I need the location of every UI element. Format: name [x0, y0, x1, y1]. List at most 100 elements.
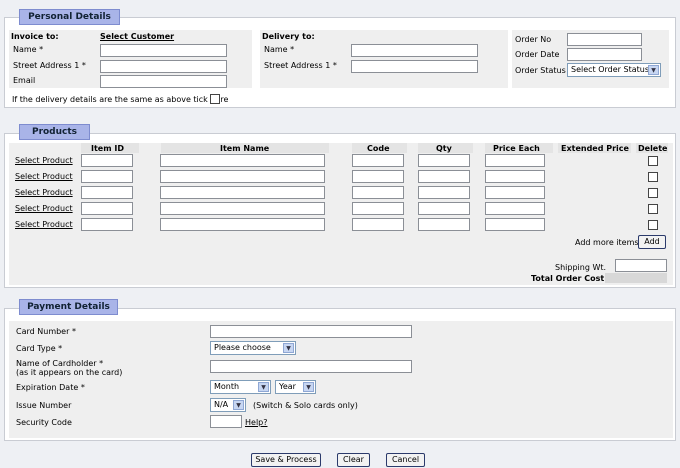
price-each-input[interactable]: [485, 186, 545, 199]
payment-section: [9, 321, 673, 438]
item-name-input[interactable]: [160, 186, 325, 199]
personal-details-legend: Personal Details: [19, 9, 120, 25]
order-date-label: Order Date: [515, 50, 560, 59]
card-number-input[interactable]: [210, 325, 412, 338]
item-id-input[interactable]: [81, 202, 133, 215]
expiration-month-select[interactable]: Month ▼: [210, 380, 271, 394]
issue-number-note: (Switch & Solo cards only): [253, 401, 358, 410]
expiration-year-select[interactable]: Year ▼: [275, 380, 316, 394]
select-product-link[interactable]: Select Product: [15, 220, 73, 229]
same-delivery-label: If the delivery details are the same as …: [12, 95, 229, 104]
help-link[interactable]: Help?: [245, 418, 267, 427]
security-code-label: Security Code: [16, 418, 72, 427]
col-header-extended-price: Extended Price: [561, 144, 629, 153]
col-header-item-name: Item Name: [220, 144, 270, 153]
qty-input[interactable]: [418, 154, 470, 167]
total-order-cost-label: Total Order Cost: [531, 274, 605, 283]
qty-input[interactable]: [418, 218, 470, 231]
payment-details-legend: Payment Details: [19, 299, 118, 315]
total-order-cost-value: [605, 273, 667, 283]
personal-details-panel: Invoice to: Select Customer Name * Stree…: [4, 17, 676, 108]
security-code-input[interactable]: [210, 415, 242, 428]
card-type-value: Please choose: [214, 343, 271, 352]
delete-checkbox[interactable]: [648, 172, 658, 182]
qty-input[interactable]: [418, 186, 470, 199]
item-id-input[interactable]: [81, 218, 133, 231]
products-panel: Item ID Item Name Code Qty Price Each Ex…: [4, 133, 676, 288]
item-name-input[interactable]: [160, 202, 325, 215]
col-header-code: Code: [367, 144, 390, 153]
same-delivery-checkbox[interactable]: [210, 94, 220, 104]
chevron-down-icon: ▼: [303, 382, 314, 392]
item-id-input[interactable]: [81, 186, 133, 199]
delivery-street-input[interactable]: [351, 60, 478, 73]
chevron-down-icon: ▼: [233, 400, 244, 410]
delete-checkbox[interactable]: [648, 188, 658, 198]
order-no-label: Order No: [515, 35, 552, 44]
code-input[interactable]: [352, 154, 404, 167]
code-input[interactable]: [352, 170, 404, 183]
invoice-street-input[interactable]: [100, 60, 227, 73]
issue-number-select[interactable]: N/A ▼: [210, 398, 246, 412]
card-type-select[interactable]: Please choose ▼: [210, 341, 296, 355]
price-each-input[interactable]: [485, 170, 545, 183]
item-id-input[interactable]: [81, 170, 133, 183]
month-value: Month: [214, 382, 240, 391]
clear-button[interactable]: Clear: [337, 453, 370, 467]
cardholder-sublabel: (as it appears on the card): [16, 368, 123, 377]
chevron-down-icon: ▼: [283, 343, 294, 353]
select-product-link[interactable]: Select Product: [15, 156, 73, 165]
cancel-button[interactable]: Cancel: [386, 453, 425, 467]
invoice-street-label: Street Address 1 *: [13, 61, 86, 70]
shipping-wt-input[interactable]: [615, 259, 667, 272]
order-date-input[interactable]: [567, 48, 642, 61]
qty-input[interactable]: [418, 202, 470, 215]
item-id-input[interactable]: [81, 154, 133, 167]
products-legend: Products: [19, 124, 90, 140]
item-name-input[interactable]: [160, 154, 325, 167]
invoice-name-input[interactable]: [100, 44, 227, 57]
add-item-button[interactable]: Add: [638, 235, 666, 249]
col-header-item-id: Item ID: [91, 144, 124, 153]
price-each-input[interactable]: [485, 154, 545, 167]
price-each-input[interactable]: [485, 218, 545, 231]
price-each-input[interactable]: [485, 202, 545, 215]
select-product-link[interactable]: Select Product: [15, 172, 73, 181]
delete-checkbox[interactable]: [648, 204, 658, 214]
card-number-label: Card Number *: [16, 327, 76, 336]
invoice-to-heading: Invoice to:: [11, 32, 59, 41]
payment-details-panel: Card Number * Card Type * Please choose …: [4, 308, 676, 441]
delete-checkbox[interactable]: [648, 220, 658, 230]
shipping-wt-label: Shipping Wt.: [555, 263, 607, 272]
delivery-name-label: Name *: [264, 45, 295, 54]
delete-checkbox[interactable]: [648, 156, 658, 166]
cardholder-input[interactable]: [210, 360, 412, 373]
code-input[interactable]: [352, 218, 404, 231]
year-value: Year: [279, 382, 296, 391]
col-header-delete: Delete: [638, 144, 668, 153]
chevron-down-icon: ▼: [258, 382, 269, 392]
select-product-link[interactable]: Select Product: [15, 204, 73, 213]
delivery-name-input[interactable]: [351, 44, 478, 57]
qty-input[interactable]: [418, 170, 470, 183]
issue-number-label: Issue Number: [16, 401, 72, 410]
delivery-street-label: Street Address 1 *: [264, 61, 337, 70]
col-header-qty: Qty: [436, 144, 452, 153]
code-input[interactable]: [352, 202, 404, 215]
order-status-value: Select Order Status: [571, 65, 649, 74]
select-customer-link[interactable]: Select Customer: [100, 32, 174, 41]
invoice-email-input[interactable]: [100, 75, 227, 88]
order-no-input[interactable]: [567, 33, 642, 46]
code-input[interactable]: [352, 186, 404, 199]
order-status-select[interactable]: Select Order Status ▼: [567, 63, 661, 77]
select-product-link[interactable]: Select Product: [15, 188, 73, 197]
cardholder-label: Name of Cardholder *: [16, 359, 104, 368]
item-name-input[interactable]: [160, 218, 325, 231]
card-type-label: Card Type *: [16, 344, 63, 353]
item-name-input[interactable]: [160, 170, 325, 183]
invoice-email-label: Email: [13, 76, 36, 85]
chevron-down-icon: ▼: [648, 65, 659, 75]
save-process-button[interactable]: Save & Process: [251, 453, 321, 467]
delivery-to-heading: Delivery to:: [262, 32, 315, 41]
order-status-label: Order Status: [515, 66, 566, 75]
